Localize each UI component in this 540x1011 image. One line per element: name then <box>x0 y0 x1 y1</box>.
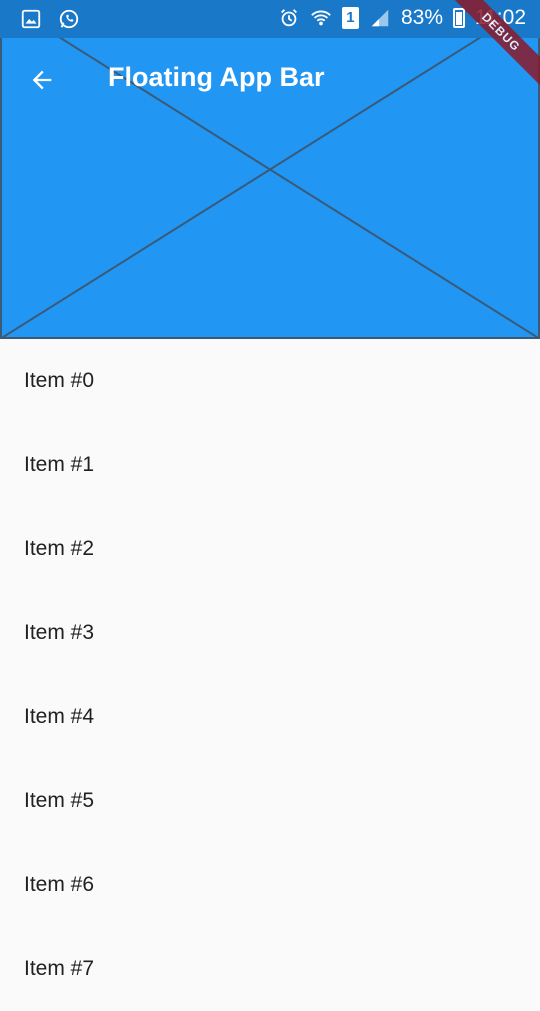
item-list: Item #0 Item #1 Item #2 Item #3 Item #4 … <box>0 339 540 1011</box>
signal-icon <box>371 9 389 27</box>
sim-icon: 1 <box>341 7 359 29</box>
battery-percent: 83% <box>400 6 443 29</box>
list-item[interactable]: Item #3 <box>0 591 540 675</box>
arrow-back-icon <box>32 70 52 90</box>
wifi-icon <box>311 10 331 26</box>
list-item[interactable]: Item #6 <box>0 843 540 927</box>
list-item[interactable]: Item #0 <box>0 339 540 423</box>
whatsapp-icon <box>59 9 79 29</box>
list-item[interactable]: Item #7 <box>0 927 540 1011</box>
list-item[interactable]: Item #1 <box>0 423 540 507</box>
back-button[interactable] <box>24 60 60 100</box>
gallery-icon <box>21 9 41 29</box>
page-title: Floating App Bar <box>108 62 325 92</box>
list-item[interactable]: Item #2 <box>0 507 540 591</box>
battery-icon <box>453 8 465 28</box>
placeholder-image <box>0 0 540 339</box>
app-bar: Floating App Bar <box>0 0 540 339</box>
list-item[interactable]: Item #4 <box>0 675 540 759</box>
list-item[interactable]: Item #5 <box>0 759 540 843</box>
status-bar: 1 83% 11:02 <box>0 0 540 38</box>
alarm-icon <box>280 9 297 27</box>
